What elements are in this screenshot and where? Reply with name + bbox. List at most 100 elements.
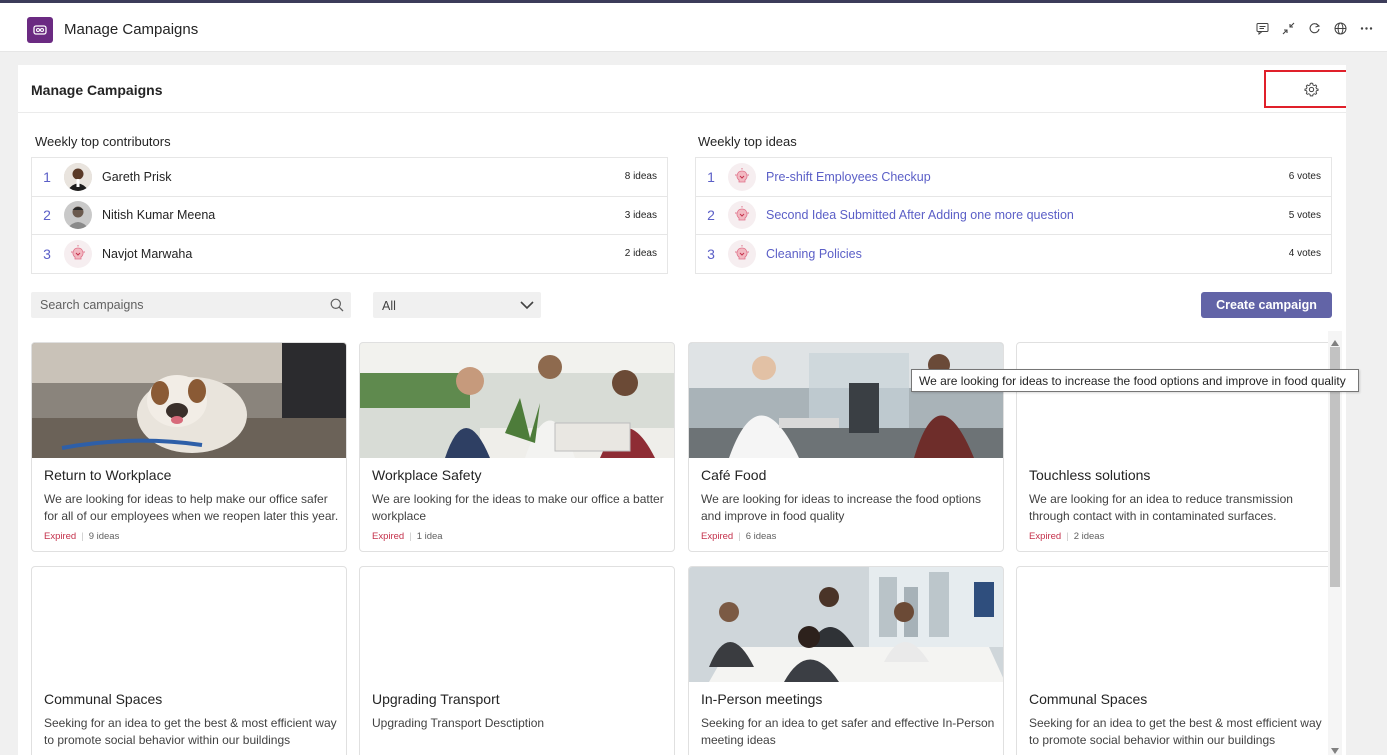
search-input[interactable] <box>31 292 311 318</box>
contributor-count: 2 ideas <box>624 248 657 260</box>
campaign-title: Upgrading Transport <box>372 691 500 707</box>
campaign-card[interactable]: Workplace Safety We are looking for the … <box>359 342 675 552</box>
idea-bulb-icon <box>64 239 92 268</box>
status-filter-dropdown[interactable]: All <box>373 292 541 318</box>
campaign-image <box>32 343 346 458</box>
app-title: Manage Campaigns <box>64 21 199 38</box>
idea-row[interactable]: 1 Pre-shift Employees Checkup 6 votes <box>696 157 1331 196</box>
campaign-image <box>1017 567 1331 682</box>
settings-button[interactable] <box>1264 70 1346 108</box>
idea-votes: 5 votes <box>1288 209 1321 221</box>
campaign-image <box>360 343 674 458</box>
contributor-count: 3 ideas <box>624 209 657 221</box>
contributor-rank: 1 <box>43 168 51 185</box>
manage-campaigns-panel: Manage Campaigns Weekly top contributors… <box>18 65 1346 755</box>
collapse-icon[interactable] <box>1281 21 1295 35</box>
campaign-title: Return to Workplace <box>44 467 172 483</box>
top-ideas-label: Weekly top ideas <box>698 134 797 149</box>
campaign-description: Seeking for an idea to get the best & mo… <box>44 716 337 747</box>
idea-rank: 2 <box>707 207 715 224</box>
contributor-row[interactable]: 1 Gareth Prisk 8 ideas <box>32 157 667 196</box>
campaign-meta: Expired | 9 ideas <box>44 531 120 542</box>
campaign-meta: Expired | 2 ideas <box>1029 531 1105 542</box>
card-description-tooltip: We are looking for ideas to increase the… <box>911 369 1359 392</box>
chat-icon[interactable] <box>1255 21 1269 35</box>
idea-rank: 1 <box>707 168 715 185</box>
campaign-description: We are looking for ideas to help make ou… <box>44 492 339 523</box>
globe-icon[interactable] <box>1333 21 1347 35</box>
campaign-grid: Return to Workplace We are looking for i… <box>31 342 1332 755</box>
idea-count: 1 idea <box>416 531 443 542</box>
campaign-description: Seeking for an idea to get the best & mo… <box>1029 716 1322 747</box>
gear-icon <box>1304 82 1319 96</box>
idea-bulb-icon <box>728 239 756 268</box>
app-bar: Manage Campaigns <box>0 0 1387 52</box>
status-badge: Expired <box>1029 531 1062 542</box>
contributor-count: 8 ideas <box>624 171 657 183</box>
idea-title-link[interactable]: Cleaning Policies <box>766 247 862 261</box>
campaign-card[interactable]: Communal Spaces Seeking for an idea to g… <box>1016 566 1332 755</box>
idea-title-link[interactable]: Second Idea Submitted After Adding one m… <box>766 208 1074 222</box>
top-ideas-list: 1 Pre-shift Employees Checkup 6 votes 2 … <box>695 157 1332 274</box>
campaign-description: We are looking for an idea to reduce tra… <box>1029 492 1293 523</box>
campaign-title: Café Food <box>701 467 767 483</box>
idea-bulb-icon <box>728 162 756 191</box>
contributors-list: 1 Gareth Prisk 8 ideas 2 Nitish Kumar Me… <box>31 157 668 274</box>
search-box <box>31 292 351 318</box>
contributor-name: Navjot Marwaha <box>102 246 193 261</box>
status-badge: Expired <box>701 531 734 542</box>
app-actions <box>1255 21 1373 35</box>
idea-count: 2 ideas <box>1073 531 1105 542</box>
campaign-card[interactable]: In-Person meetings Seeking for an idea t… <box>688 566 1004 755</box>
idea-count: 9 ideas <box>88 531 120 542</box>
status-badge: Expired <box>44 531 77 542</box>
avatar <box>64 162 92 191</box>
campaign-meta: Expired | 1 idea <box>372 531 443 542</box>
campaign-image <box>1017 343 1331 458</box>
campaign-title: In-Person meetings <box>701 691 823 707</box>
contributor-name: Nitish Kumar Meena <box>102 208 216 223</box>
contributors-label: Weekly top contributors <box>35 134 171 149</box>
search-icon[interactable] <box>330 298 344 317</box>
idea-votes: 6 votes <box>1288 171 1321 183</box>
campaign-card[interactable]: Upgrading Transport Upgrading Transport … <box>359 566 675 755</box>
refresh-icon[interactable] <box>1307 21 1321 35</box>
page-title: Manage Campaigns <box>31 82 163 98</box>
campaign-title: Communal Spaces <box>1029 691 1148 707</box>
campaign-title: Workplace Safety <box>372 467 482 483</box>
contributor-name: Gareth Prisk <box>102 169 172 184</box>
campaign-meta: Expired | 6 ideas <box>701 531 777 542</box>
campaign-card[interactable]: Communal Spaces Seeking for an idea to g… <box>31 566 347 755</box>
idea-count: 6 ideas <box>745 531 777 542</box>
contributor-rank: 2 <box>43 207 51 224</box>
chevron-down-icon <box>519 297 535 318</box>
contributor-row[interactable]: 3 Navjot Marwaha 2 ideas <box>32 234 667 273</box>
campaign-image <box>360 567 674 682</box>
avatar <box>64 201 92 230</box>
create-campaign-button[interactable]: Create campaign <box>1201 292 1332 318</box>
idea-row[interactable]: 3 Cleaning Policies 4 votes <box>696 234 1331 273</box>
campaign-card[interactable]: Return to Workplace We are looking for i… <box>31 342 347 552</box>
campaign-image <box>32 567 346 682</box>
campaign-title: Touchless solutions <box>1029 467 1151 483</box>
campaign-title: Communal Spaces <box>44 691 163 707</box>
contributor-row[interactable]: 2 Nitish Kumar Meena 3 ideas <box>32 195 667 235</box>
status-badge: Expired <box>372 531 405 542</box>
idea-votes: 4 votes <box>1288 248 1321 260</box>
card-scrollbar[interactable] <box>1328 331 1342 755</box>
campaign-description: We are looking for the ideas to make our… <box>372 492 664 523</box>
campaign-description: Seeking for an idea to get safer and eff… <box>701 716 995 747</box>
idea-bulb-icon <box>728 201 756 230</box>
idea-row[interactable]: 2 Second Idea Submitted After Adding one… <box>696 195 1331 235</box>
idea-rank: 3 <box>707 245 715 262</box>
campaign-description: We are looking for ideas to increase the… <box>701 492 981 523</box>
idea-title-link[interactable]: Pre-shift Employees Checkup <box>766 170 931 184</box>
panel-header: Manage Campaigns <box>18 65 1346 113</box>
scroll-down-icon[interactable] <box>1331 741 1339 755</box>
campaign-image <box>689 567 1003 682</box>
campaign-image <box>689 343 1003 458</box>
app-logo-icon <box>27 17 53 43</box>
contributor-rank: 3 <box>43 245 51 262</box>
more-icon[interactable] <box>1359 21 1373 35</box>
filter-value: All <box>382 299 396 313</box>
